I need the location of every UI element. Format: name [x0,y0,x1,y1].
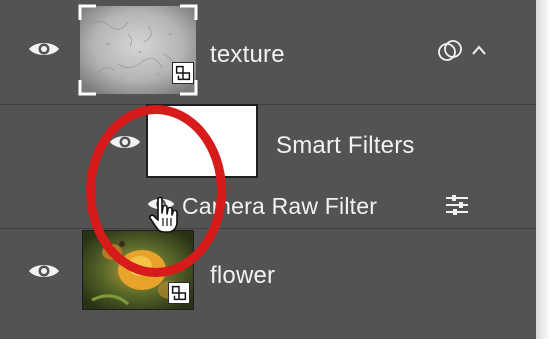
linked-circles-icon[interactable] [436,38,464,64]
layer-row-smart-filters[interactable]: Smart Filters [0,104,536,180]
filter-name-camera-raw: Camera Raw Filter [182,193,378,219]
filter-mask-thumbnail[interactable] [146,104,258,178]
smart-object-badge-icon [172,62,194,84]
eye-icon[interactable] [146,194,176,214]
layer-row-flower[interactable]: flower [0,228,536,320]
filter-blending-options-icon[interactable] [444,194,470,216]
layer-name-smart-filters: Smart Filters [276,132,415,159]
eye-icon[interactable] [27,38,61,60]
layer-name-flower: flower [210,262,276,289]
smart-object-badge-icon [168,282,190,304]
eye-icon[interactable] [27,260,61,282]
chevron-up-icon[interactable] [471,44,487,56]
layer-row-camera-raw-filter[interactable]: Camera Raw Filter [0,180,536,228]
layers-panel: texture Smart Filters Camera Raw Filter … [0,0,536,339]
panel-edge-shadow [536,0,550,354]
page-background [0,339,550,354]
layer-row-texture[interactable]: texture [0,0,536,104]
eye-icon[interactable] [108,131,142,153]
layer-name-texture: texture [210,41,285,68]
